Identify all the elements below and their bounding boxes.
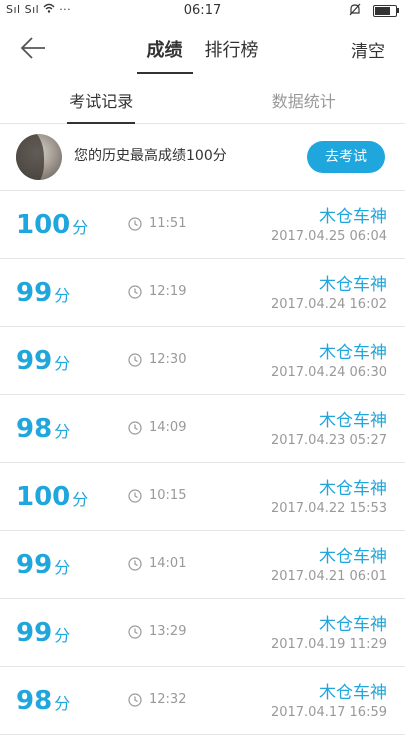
score-value: 100 [16,482,70,512]
clock-icon [128,625,142,639]
record-date: 2017.04.17 16:59 [271,705,387,720]
record-duration: 12:32 [149,692,186,707]
avatar [16,134,62,180]
best-score-banner: 您的历史最高成绩100分 去考试 [0,124,405,191]
score-unit: 分 [72,490,88,509]
record-row[interactable]: 98分 14:09 木仓车神 2017.04.23 05:27 [0,395,405,463]
record-row[interactable]: 100分 11:51 木仓车神 2017.04.25 06:04 [0,191,405,259]
score-value: 98 [16,686,52,716]
subtab-exam-records[interactable]: 考试记录 [0,74,203,123]
score-value: 99 [16,278,52,308]
record-username: 木仓车神 [319,610,387,635]
record-score: 98分 [16,414,70,447]
clock-icon [128,489,142,503]
record-date: 2017.04.24 06:30 [271,365,387,380]
record-row[interactable]: 99分 14:01 木仓车神 2017.04.21 06:01 [0,531,405,599]
clock-icon [128,217,142,231]
record-row[interactable]: 100分 10:15 木仓车神 2017.04.22 15:53 [0,463,405,531]
tab-scores-label: 成绩 [147,40,183,61]
take-exam-button[interactable]: 去考试 [307,141,385,173]
record-username: 木仓车神 [319,202,387,227]
tab-scores[interactable]: 成绩 [147,22,183,60]
score-unit: 分 [54,286,70,305]
record-date: 2017.04.21 06:01 [271,569,387,584]
record-date: 2017.04.23 05:27 [271,433,387,448]
silent-bell-icon [349,3,361,19]
record-duration: 13:29 [149,624,186,639]
header-tabs: 成绩 排行榜 [0,22,405,60]
header-bar: 成绩 排行榜 清空 [0,22,405,74]
record-score: 99分 [16,346,70,379]
score-value: 99 [16,550,52,580]
record-date: 2017.04.24 16:02 [271,297,387,312]
record-date: 2017.04.25 06:04 [271,229,387,244]
sub-tabs: 考试记录 数据统计 [0,74,405,124]
record-date: 2017.04.22 15:53 [271,501,387,516]
record-username: 木仓车神 [319,542,387,567]
score-unit: 分 [54,694,70,713]
tab-leaderboard-label: 排行榜 [205,40,259,61]
record-username: 木仓车神 [319,338,387,363]
score-unit: 分 [54,626,70,645]
exam-record-list: 100分 11:51 木仓车神 2017.04.25 06:04 99分 12:… [0,191,405,735]
score-value: 99 [16,346,52,376]
score-unit: 分 [54,354,70,373]
record-duration: 12:30 [149,352,186,367]
record-duration: 14:01 [149,556,186,571]
record-row[interactable]: 99分 13:29 木仓车神 2017.04.19 11:29 [0,599,405,667]
record-username: 木仓车神 [319,474,387,499]
record-score: 98分 [16,686,70,719]
record-duration: 11:51 [149,216,186,231]
score-unit: 分 [54,558,70,577]
score-value: 100 [16,210,70,240]
record-duration: 10:15 [149,488,186,503]
subtab-exam-records-label: 考试记录 [69,92,133,111]
score-value: 99 [16,618,52,648]
record-score: 100分 [16,210,88,243]
subtab-statistics[interactable]: 数据统计 [203,74,405,123]
clock-time: 06:17 [0,3,405,18]
record-username: 木仓车神 [319,270,387,295]
score-value: 98 [16,414,52,444]
clear-button[interactable]: 清空 [351,37,385,62]
record-username: 木仓车神 [319,678,387,703]
score-unit: 分 [54,422,70,441]
record-duration: 14:09 [149,420,186,435]
record-score: 99分 [16,550,70,583]
battery-icon [373,5,397,17]
clock-icon [128,693,142,707]
best-score-text: 您的历史最高成绩100分 [74,145,227,165]
record-date: 2017.04.19 11:29 [271,637,387,652]
record-row[interactable]: 99分 12:30 木仓车神 2017.04.24 06:30 [0,327,405,395]
clock-icon [128,421,142,435]
record-row[interactable]: 99分 12:19 木仓车神 2017.04.24 16:02 [0,259,405,327]
record-score: 99分 [16,278,70,311]
tab-leaderboard[interactable]: 排行榜 [205,22,259,60]
subtab-statistics-label: 数据统计 [272,92,336,111]
record-score: 100分 [16,482,88,515]
score-unit: 分 [72,218,88,237]
record-score: 99分 [16,618,70,651]
clock-icon [128,353,142,367]
record-row[interactable]: 98分 12:32 木仓车神 2017.04.17 16:59 [0,667,405,735]
clock-icon [128,285,142,299]
status-bar: Sıl Sıl ··· 06:17 [0,0,405,22]
record-duration: 12:19 [149,284,186,299]
record-username: 木仓车神 [319,406,387,431]
clock-icon [128,557,142,571]
